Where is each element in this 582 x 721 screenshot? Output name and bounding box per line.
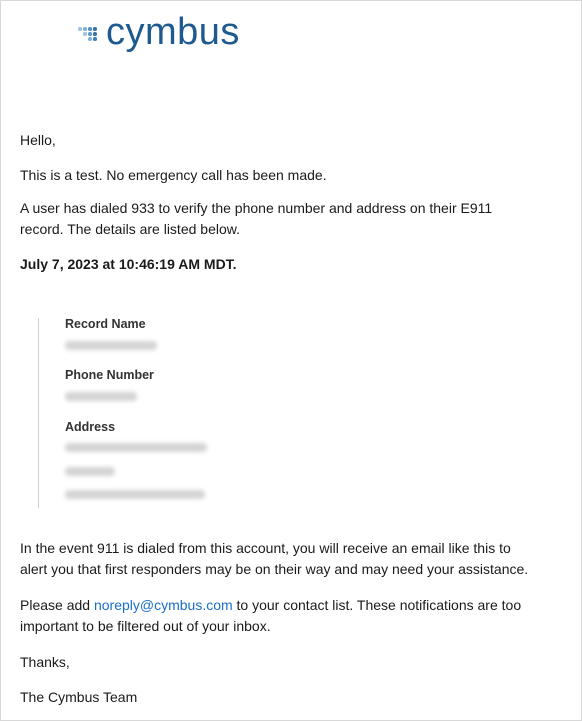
address-label: Address: [65, 420, 116, 434]
call-timestamp: July 7, 2023 at 10:46:19 AM MDT.: [20, 256, 237, 272]
thanks: Thanks,: [20, 654, 70, 670]
logo-wordmark: cymbus: [106, 11, 240, 53]
event-note-line-1: In the event 911 is dialed from this acc…: [20, 540, 511, 556]
cymbus-logo: cymbus: [78, 10, 240, 54]
contact-line-1: Please add noreply@cymbus.com to your co…: [20, 595, 521, 616]
phone-number-label: Phone Number: [65, 368, 154, 382]
intro-line-2: record. The details are listed below.: [20, 221, 240, 237]
address-line-2-redacted: [65, 467, 115, 476]
record-name-redacted: [65, 341, 157, 350]
noreply-email-link[interactable]: noreply@cymbus.com: [94, 597, 233, 613]
address-line-1-redacted: [65, 443, 207, 452]
contact-line-2: important to be filtered out of your inb…: [20, 618, 271, 634]
event-note-line-2: alert you that first responders may be o…: [20, 561, 529, 577]
greeting: Hello,: [20, 132, 56, 148]
contact-suffix: to your contact list. These notification…: [232, 597, 522, 613]
logo-dots-icon: [78, 21, 104, 47]
record-name-label: Record Name: [65, 317, 146, 331]
intro-line-1: A user has dialed 933 to verify the phon…: [20, 200, 493, 216]
contact-prefix: Please add: [20, 597, 94, 613]
test-notice: This is a test. No emergency call has be…: [20, 167, 327, 183]
phone-number-redacted: [65, 392, 137, 401]
address-line-3-redacted: [65, 490, 205, 499]
signature: The Cymbus Team: [20, 689, 138, 705]
